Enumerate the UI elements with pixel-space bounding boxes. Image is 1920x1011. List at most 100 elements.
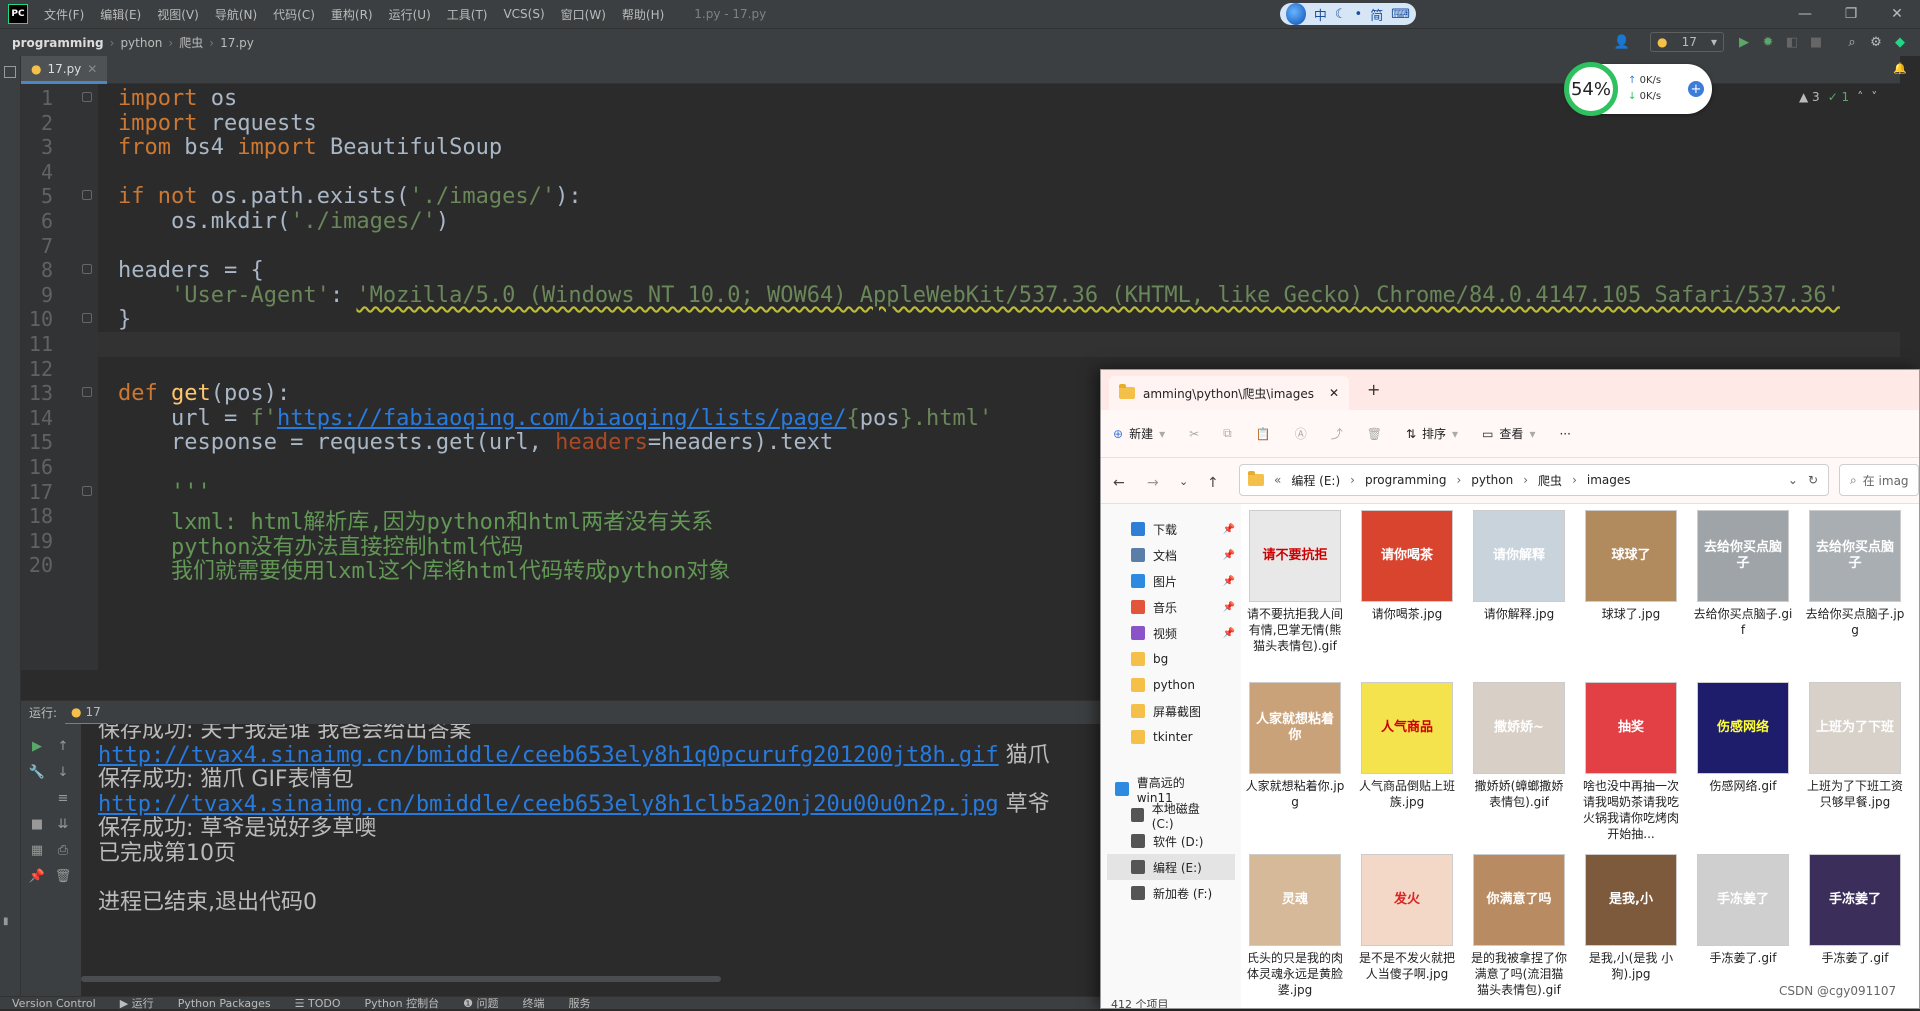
ime-moon-icon[interactable]: ☾	[1335, 7, 1347, 22]
close-tab-icon[interactable]: ✕	[1329, 386, 1339, 400]
ime-keyboard-icon[interactable]: ⌨	[1391, 7, 1410, 22]
new-tab-icon[interactable]: +	[1367, 380, 1380, 399]
minimize-icon[interactable]: —	[1782, 0, 1828, 28]
jetbrains-icon[interactable]: ◆	[1890, 32, 1910, 52]
trash-icon[interactable]: 🗑	[53, 866, 73, 886]
file-item[interactable]: 发火 是不是不发火就把人当傻子啊.jpg	[1357, 854, 1457, 982]
menu-window[interactable]: 窗口(W)	[553, 6, 614, 23]
code-line[interactable]: os.mkdir('./images/')	[118, 209, 449, 234]
network-speed-widget[interactable]: 54% ↑ 0K/s ↓ 0K/s +	[1564, 62, 1712, 116]
file-item[interactable]: 手冻姜了 手冻姜了.gif	[1805, 854, 1905, 966]
file-item[interactable]: 抽奖 啥也没中再抽一次请我喝奶茶请我吃火锅我请你吃烤肉开始抽...	[1581, 682, 1681, 842]
rename-icon[interactable]: Ⓐ	[1283, 425, 1319, 442]
search-input[interactable]: ⌕ 在 imag	[1839, 464, 1919, 496]
menu-vcs[interactable]: VCS(S)	[495, 7, 552, 21]
sidebar-item[interactable]: 屏幕截图	[1131, 698, 1235, 724]
file-item[interactable]: 去给你买点脑子 去给你买点脑子.gif	[1693, 510, 1793, 638]
ime-mode[interactable]: 中	[1314, 5, 1327, 24]
chevron-up-icon[interactable]: ˄	[1857, 90, 1863, 104]
menu-navigate[interactable]: 导航(N)	[207, 6, 265, 23]
stop-icon[interactable]: ■	[27, 814, 47, 834]
pin-icon[interactable]: 📌	[27, 866, 47, 886]
address-crumb-spider[interactable]: 爬虫	[1538, 472, 1562, 489]
code-line[interactable]: 'User-Agent': 'Mozilla/5.0 (Windows NT 1…	[118, 283, 1840, 308]
sidebar-item[interactable]: 软件 (D:)	[1115, 828, 1219, 854]
sidebar-item[interactable]: 新加卷 (F:)	[1115, 880, 1219, 906]
copy-icon[interactable]: ⧉	[1211, 426, 1244, 441]
sidebar-item[interactable]: 文档 📌	[1131, 542, 1235, 568]
scroll-end-icon[interactable]: ⇊	[53, 814, 73, 834]
coverage-icon[interactable]: ◧	[1782, 32, 1802, 52]
fold-marker-icon[interactable]	[82, 190, 92, 201]
code-line[interactable]: url = f'https://fabiaoqing.com/biaoqing/…	[118, 406, 992, 431]
sidebar-item[interactable]: bg	[1131, 646, 1235, 672]
run-icon[interactable]: ▶	[1734, 32, 1754, 52]
address-bar[interactable]: « 编程 (E:) › programming › python › 爬虫 › imag…	[1239, 464, 1829, 496]
sidebar-item[interactable]: 视频 📌	[1131, 620, 1235, 646]
tool-todo[interactable]: ☰ TODO	[283, 997, 353, 1010]
breadcrumb-spider[interactable]: 爬虫	[173, 34, 209, 51]
menu-run[interactable]: 运行(U)	[381, 6, 439, 23]
explorer-tab[interactable]: amming\python\爬虫\images ✕	[1109, 376, 1349, 410]
menu-help[interactable]: 帮助(H)	[614, 6, 672, 23]
run-tab[interactable]: ● 17	[65, 701, 107, 725]
code-line[interactable]: }	[118, 307, 131, 332]
search-icon[interactable]: ⌕	[1842, 32, 1862, 52]
code-line[interactable]: '''	[118, 480, 211, 505]
tool-python-packages[interactable]: Python Packages	[166, 997, 283, 1010]
breadcrumb-file[interactable]: 17.py	[214, 36, 260, 50]
more-button[interactable]: ···	[1547, 427, 1582, 441]
code-line[interactable]: 我们就需要使用lxml这个库将html代码转成python对象	[118, 553, 730, 585]
menu-refactor[interactable]: 重构(R)	[323, 6, 381, 23]
menu-edit[interactable]: 编辑(E)	[92, 6, 149, 23]
breadcrumb-project[interactable]: programming	[0, 36, 110, 50]
menu-file[interactable]: 文件(F)	[36, 6, 92, 23]
file-item[interactable]: 是我,小 是我,小(是我 小狗).jpg	[1581, 854, 1681, 982]
debug-icon[interactable]: ✹	[1758, 32, 1778, 52]
ime-charset[interactable]: 简	[1370, 5, 1383, 24]
notifications-icon[interactable]: 🔔	[1893, 62, 1907, 75]
code-line[interactable]: import os	[118, 86, 237, 111]
menu-view[interactable]: 视图(V)	[149, 6, 207, 23]
delete-icon[interactable]: 🗑	[1355, 427, 1394, 441]
file-item[interactable]: 伤感网络 伤感网络.gif	[1693, 682, 1793, 794]
cut-icon[interactable]: ✂	[1177, 427, 1211, 441]
file-item[interactable]: 上班为了下班 上班为了下班工资只够早餐.jpg	[1805, 682, 1905, 810]
print-icon[interactable]: ⎙	[53, 840, 73, 860]
address-dropdown-icon[interactable]: ⌄	[1788, 473, 1798, 487]
address-crumb-images[interactable]: images	[1587, 473, 1631, 487]
stop-icon[interactable]: ■	[1806, 32, 1826, 52]
menu-code[interactable]: 代码(C)	[265, 6, 323, 23]
fold-marker-icon[interactable]	[82, 485, 92, 496]
address-crumb-python[interactable]: python	[1471, 473, 1513, 487]
sidebar-item[interactable]: 本地磁盘 (C:)	[1115, 802, 1219, 831]
file-item[interactable]: 请你喝茶 请你喝茶.jpg	[1357, 510, 1457, 622]
sidebar-item[interactable]: python	[1131, 672, 1235, 698]
view-button[interactable]: ▭ 查看 ▾	[1470, 425, 1547, 442]
inspection-widget[interactable]: ▲ 3 ✓ 1 ˄ ˅	[1799, 90, 1877, 104]
sidebar-item[interactable]: 图片 📌	[1131, 568, 1235, 594]
file-item[interactable]: 人气商品 人气商品倒贴上班族.jpg	[1357, 682, 1457, 810]
sort-button[interactable]: ⇅ 排序 ▾	[1394, 425, 1470, 442]
code-line[interactable]: headers = {	[118, 258, 264, 283]
paste-icon[interactable]: 📋	[1244, 427, 1283, 441]
code-line[interactable]: def get(pos):	[118, 381, 290, 406]
share-icon[interactable]: ⤴	[1319, 425, 1355, 442]
scroll-up-icon[interactable]: ↑	[53, 736, 73, 756]
warning-count[interactable]: ▲ 3	[1799, 90, 1820, 104]
back-icon[interactable]: ←	[1113, 475, 1125, 491]
bookmarks-icon[interactable]: ▮	[3, 916, 17, 927]
close-tab-icon[interactable]: ✕	[87, 62, 97, 76]
file-item[interactable]: 你满意了吗 是的我被拿捏了你满意了吗(流泪猫猫头表情包).gif	[1469, 854, 1569, 998]
chevron-down-icon[interactable]: ˅	[1871, 90, 1877, 104]
user-icon[interactable]: 👤	[1612, 32, 1632, 52]
fold-marker-icon[interactable]	[82, 92, 92, 102]
menu-tools[interactable]: 工具(T)	[439, 6, 496, 23]
close-icon[interactable]: ✕	[1874, 0, 1920, 28]
history-dropdown-icon[interactable]: ⌄	[1179, 475, 1188, 488]
file-item[interactable]: 撒娇娇~ 撒娇娇(蟑螂撒娇表情包).gif	[1469, 682, 1569, 810]
breadcrumb-python[interactable]: python	[114, 36, 168, 50]
ime-dot-icon[interactable]: •	[1355, 7, 1363, 22]
sidebar-item[interactable]: 编程 (E:)	[1107, 854, 1235, 880]
new-button[interactable]: ⊕ 新建 ▾	[1101, 425, 1177, 442]
